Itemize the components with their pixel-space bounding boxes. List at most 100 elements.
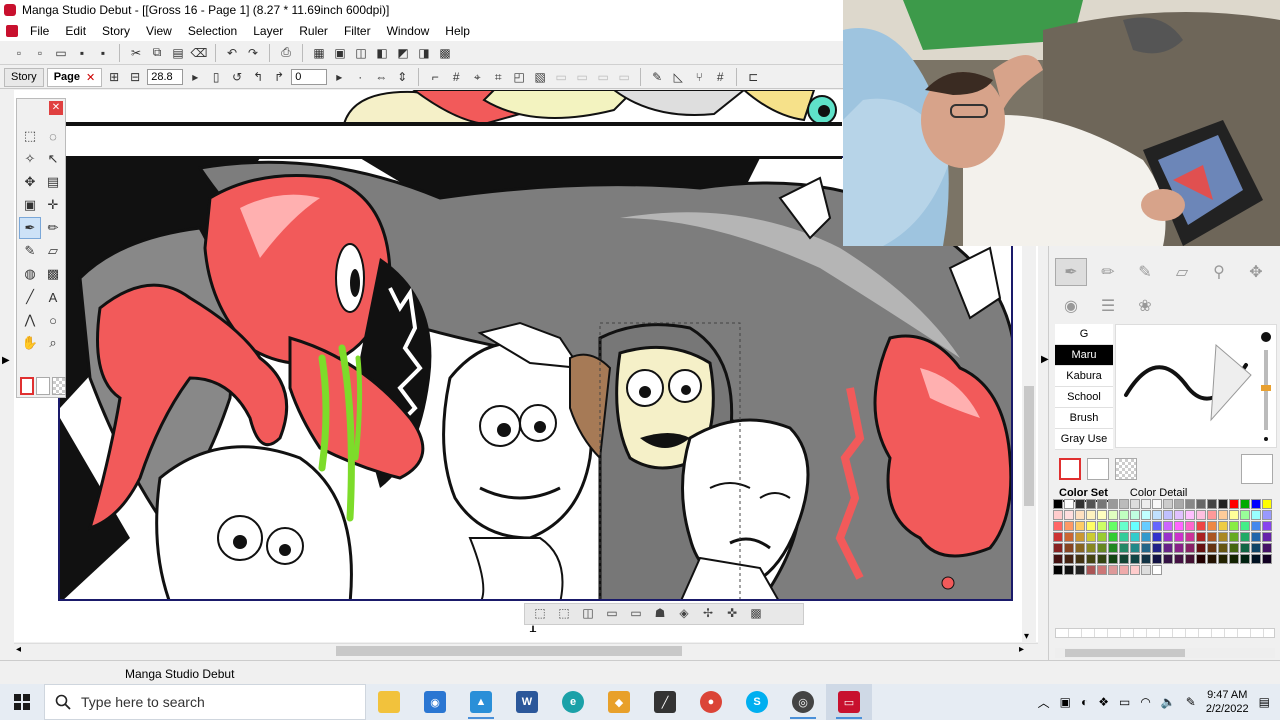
brush-item-g[interactable]: G [1055, 324, 1113, 345]
panel-horizontal-scrollbar[interactable] [1055, 628, 1275, 658]
zoom-arrow-icon[interactable]: ▸ [186, 68, 204, 86]
palette-color-swatch[interactable] [1053, 521, 1063, 531]
decoration-brush-icon[interactable]: ❀ [1129, 292, 1161, 320]
palette-color-swatch[interactable] [1053, 554, 1063, 564]
palette-color-swatch[interactable] [1075, 521, 1085, 531]
menu-layer[interactable]: Layer [245, 24, 291, 38]
selection-to-layer-icon[interactable]: ☗ [651, 606, 669, 622]
brush-item-maru[interactable]: Maru [1055, 345, 1113, 366]
palette-color-swatch[interactable] [1196, 543, 1206, 553]
palette-color-swatch[interactable] [1053, 510, 1063, 520]
palette-color-swatch[interactable] [1196, 499, 1206, 509]
save-icon[interactable]: ▪ [73, 44, 91, 62]
grid-toggle-icon[interactable]: # [711, 68, 729, 86]
palette-color-swatch[interactable] [1130, 554, 1140, 564]
horizontal-scroll-thumb[interactable] [336, 646, 682, 656]
horizontal-scrollbar[interactable]: ◂ ▸ [14, 643, 1038, 657]
palette-color-swatch[interactable] [1174, 532, 1184, 542]
page-icon[interactable]: ▯ [207, 68, 225, 86]
palette-color-swatch[interactable] [1240, 510, 1250, 520]
palette-color-swatch[interactable] [1229, 521, 1239, 531]
color-palette-grid[interactable] [1053, 499, 1277, 575]
palette-color-swatch[interactable] [1130, 543, 1140, 553]
tab-page[interactable]: Page ✕ [46, 67, 103, 87]
menu-file[interactable]: File [22, 24, 57, 38]
palette-color-swatch[interactable] [1064, 521, 1074, 531]
lasso-icon[interactable]: ◌ [42, 125, 64, 147]
palette-color-swatch[interactable] [1185, 543, 1195, 553]
palette-color-swatch[interactable] [1262, 510, 1272, 520]
palette-color-swatch[interactable] [1097, 565, 1107, 575]
taskbar-app-dark[interactable]: ╱ [642, 684, 688, 720]
palette-color-swatch[interactable] [1218, 510, 1228, 520]
app-tray-icon[interactable]: ◐ [1081, 695, 1088, 709]
palette-color-swatch[interactable] [1152, 554, 1162, 564]
scroll-left-icon[interactable]: ◂ [16, 644, 21, 655]
materials-icon[interactable]: ◩ [394, 44, 412, 62]
pencil-icon[interactable]: ✏ [42, 217, 64, 239]
taskbar-app-orange[interactable]: ◆ [596, 684, 642, 720]
palette-color-swatch[interactable] [1097, 499, 1107, 509]
marquee-icon[interactable]: ⬚ [19, 125, 41, 147]
palette-color-swatch[interactable] [1152, 532, 1162, 542]
palette-color-swatch[interactable] [1218, 532, 1228, 542]
ruler-icon[interactable]: ⌐ [426, 68, 444, 86]
transparent-color-swatch[interactable] [52, 377, 66, 395]
palette-color-swatch[interactable] [1141, 554, 1151, 564]
palette-color-swatch[interactable] [1097, 543, 1107, 553]
palette-color-swatch[interactable] [1086, 554, 1096, 564]
palette-color-swatch[interactable] [1163, 499, 1173, 509]
tool-options-icon[interactable]: ◧ [373, 44, 391, 62]
snap-icon[interactable]: ⌖ [468, 68, 486, 86]
ellipse-icon[interactable]: ○ [42, 309, 64, 331]
menu-story[interactable]: Story [94, 24, 138, 38]
navigator-icon[interactable]: ◫ [352, 44, 370, 62]
palette-color-swatch[interactable] [1119, 554, 1129, 564]
delete-icon[interactable]: ⌫ [190, 44, 208, 62]
layer-palette-icon[interactable]: ▦ [310, 44, 328, 62]
close-tab-icon[interactable]: ✕ [86, 71, 95, 84]
palette-color-swatch[interactable] [1064, 554, 1074, 564]
palette-color-swatch[interactable] [1097, 532, 1107, 542]
line-icon[interactable]: ╱ [19, 286, 41, 308]
deselect-icon[interactable]: ⬚ [555, 606, 573, 622]
palette-color-swatch[interactable] [1152, 543, 1162, 553]
flip-horizontal-icon[interactable]: ⇔ [372, 68, 390, 86]
palette-color-swatch[interactable] [1229, 510, 1239, 520]
palette-color-swatch[interactable] [1108, 532, 1118, 542]
palette-color-swatch[interactable] [1141, 510, 1151, 520]
triangle-ruler-icon[interactable]: ◺ [669, 68, 687, 86]
palette-color-swatch[interactable] [1097, 521, 1107, 531]
paste-icon[interactable]: ▤ [169, 44, 187, 62]
palette-color-swatch[interactable] [1185, 499, 1195, 509]
airbrush-tool-icon[interactable]: ◉ [1055, 292, 1087, 320]
panel-icon[interactable]: ⊏ [744, 68, 762, 86]
palette-color-swatch[interactable] [1174, 543, 1184, 553]
taskbar-skype[interactable]: S [734, 684, 780, 720]
collapse-left-icon[interactable]: ▶ [2, 355, 12, 367]
palette-color-swatch[interactable] [1086, 499, 1096, 509]
menu-ruler[interactable]: Ruler [291, 24, 336, 38]
palette-color-swatch[interactable] [1207, 499, 1217, 509]
dropbox-icon[interactable]: ❖ [1098, 695, 1109, 709]
palette-color-swatch[interactable] [1218, 521, 1228, 531]
palette-color-swatch[interactable] [1251, 510, 1261, 520]
palette-color-swatch[interactable] [1108, 565, 1118, 575]
actual-size-icon[interactable]: ⊟ [126, 68, 144, 86]
scroll-down-icon[interactable]: ▾ [1024, 631, 1029, 642]
taskbar-edge[interactable]: e [550, 684, 596, 720]
zoom-icon[interactable]: ⌕ [42, 332, 64, 354]
palette-color-swatch[interactable] [1130, 521, 1140, 531]
palette-color-swatch[interactable] [1218, 499, 1228, 509]
color-palette-icon[interactable]: ▩ [436, 44, 454, 62]
object-select-icon[interactable]: ↖ [42, 148, 64, 170]
menu-view[interactable]: View [138, 24, 180, 38]
palette-color-swatch[interactable] [1119, 543, 1129, 553]
pen-icon[interactable]: ✎ [1186, 695, 1196, 709]
main-drawing-color[interactable] [1059, 458, 1081, 480]
transform-icon[interactable]: ✢ [699, 606, 717, 622]
palette-color-swatch[interactable] [1152, 499, 1162, 509]
palette-color-swatch[interactable] [1240, 521, 1250, 531]
palette-color-swatch[interactable] [1086, 521, 1096, 531]
palette-color-swatch[interactable] [1185, 554, 1195, 564]
